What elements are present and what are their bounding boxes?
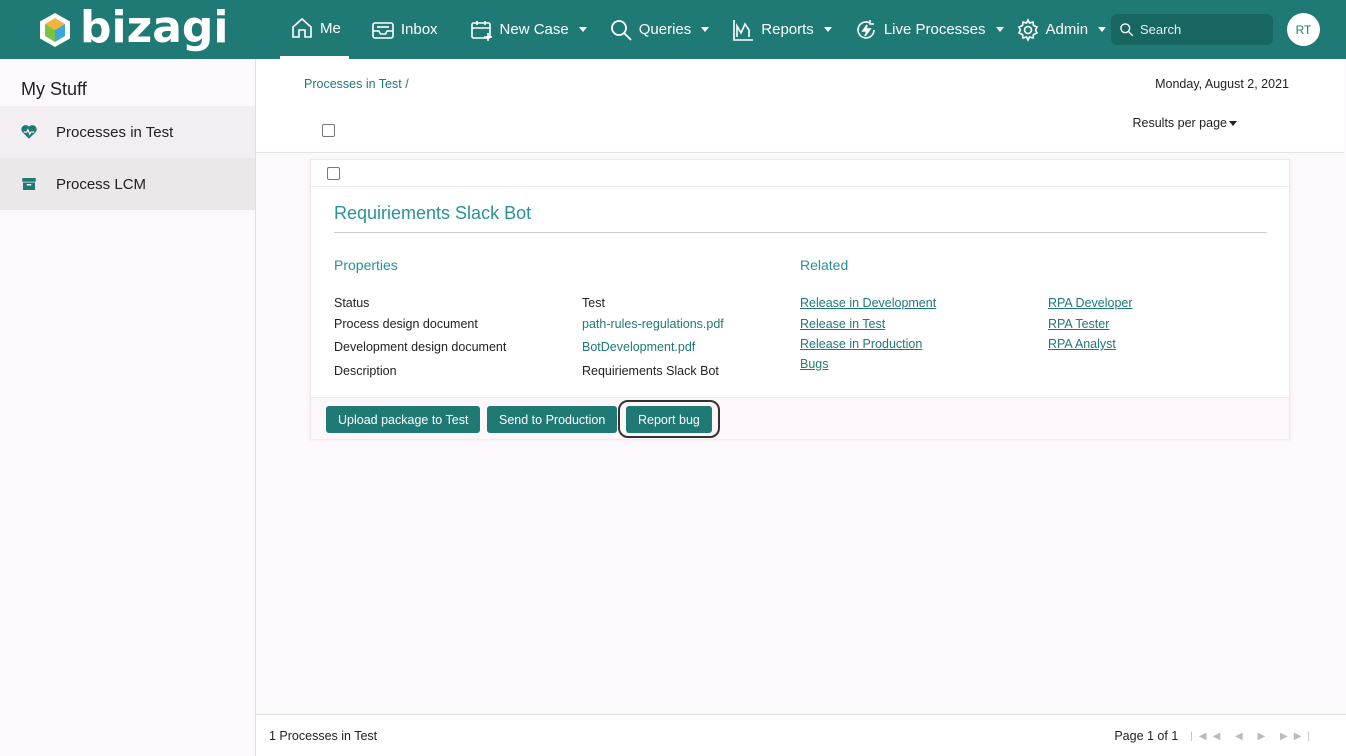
inbox-icon	[372, 21, 394, 39]
search-box[interactable]	[1111, 14, 1273, 45]
chevron-down-icon	[995, 27, 1004, 32]
divider	[334, 232, 1267, 233]
logo-text: bizagi	[80, 2, 229, 53]
home-icon	[292, 17, 312, 38]
property-label-process-design: Process design document	[334, 317, 478, 331]
heart-pulse-icon	[21, 125, 37, 139]
related-link-rpa-tester[interactable]: RPA Tester	[1048, 317, 1109, 331]
nav-inbox[interactable]: Inbox	[361, 0, 448, 59]
development-design-file-link[interactable]: BotDevelopment.pdf	[582, 340, 695, 354]
nav-me[interactable]: Me	[280, 0, 349, 59]
search-icon	[610, 19, 632, 41]
sidebar-item-processes-in-test[interactable]: Processes in Test	[0, 106, 255, 158]
page-indicator: Page 1 of 1	[1114, 729, 1179, 743]
pagination: Page 1 of 1 |◀◀ ◀ ▶ ▶▶|	[1114, 729, 1316, 743]
results-per-page-label: Results per page	[1132, 116, 1227, 130]
sidebar-item-label: Processes in Test	[56, 123, 174, 141]
top-navigation-bar: bizagi Me Inbox New Case Queries Reports	[0, 0, 1346, 59]
new-case-icon	[470, 20, 492, 41]
bizagi-logo-icon	[40, 13, 70, 47]
chevron-down-icon	[701, 27, 710, 32]
nav-me-label: Me	[320, 19, 341, 37]
case-card: Requiriements Slack Bot Properties Relat…	[310, 159, 1290, 439]
results-per-page-dropdown[interactable]: Results per page	[1132, 116, 1237, 130]
nav-live-processes-label: Live Processes	[883, 21, 986, 38]
property-label-status: Status	[334, 296, 370, 310]
nav-admin-label: Admin	[1045, 21, 1089, 38]
archive-icon	[22, 178, 36, 190]
related-link-release-in-development[interactable]: Release in Development	[800, 296, 936, 310]
property-label-development-design: Development design document	[334, 340, 507, 354]
nav-new-case[interactable]: New Case	[460, 0, 597, 59]
send-to-production-button[interactable]: Send to Production	[487, 406, 618, 433]
main-nav: Me Inbox New Case Queries Reports Live P…	[280, 0, 1116, 59]
content-footer: 1 Processes in Test Page 1 of 1 |◀◀ ◀ ▶ …	[256, 714, 1346, 756]
breadcrumb[interactable]: Processes in Test /	[304, 77, 409, 91]
property-value-description: Requiriements Slack Bot	[582, 364, 719, 378]
gear-icon	[1017, 17, 1038, 42]
case-title: Requiriements Slack Bot	[334, 203, 532, 223]
related-title: Related	[800, 257, 849, 273]
chevron-down-icon	[1229, 120, 1237, 126]
search-input[interactable]	[1140, 22, 1260, 37]
content-header: Processes in Test / Monday, August 2, 20…	[256, 59, 1344, 153]
nav-reports[interactable]: Reports	[721, 0, 842, 59]
user-avatar[interactable]: RT	[1287, 13, 1320, 46]
related-link-rpa-developer[interactable]: RPA Developer	[1048, 296, 1133, 310]
reports-icon	[733, 19, 754, 41]
card-actions: Upload package to Test Send to Productio…	[311, 397, 1289, 439]
chevron-down-icon	[823, 27, 832, 32]
sidebar-title: My Stuff	[21, 79, 87, 99]
next-page-icon[interactable]: ▶	[1258, 731, 1272, 742]
nav-inbox-label: Inbox	[400, 21, 438, 38]
sidebar: My Stuff Processes in Test Process LCM	[0, 59, 256, 756]
search-icon	[1120, 23, 1134, 37]
prev-page-icon[interactable]: ◀	[1235, 731, 1249, 742]
nav-new-case-label: New Case	[499, 21, 569, 38]
pagination-arrows[interactable]: |◀◀ ◀ ▶ ▶▶|	[1190, 731, 1316, 742]
property-label-description: Description	[334, 364, 397, 378]
report-bug-button[interactable]: Report bug	[626, 406, 712, 433]
results-count: 1 Processes in Test	[269, 729, 378, 743]
nav-queries-label: Queries	[638, 21, 692, 38]
related-link-rpa-analyst[interactable]: RPA Analyst	[1048, 337, 1116, 351]
case-checkbox[interactable]	[327, 167, 340, 180]
nav-reports-label: Reports	[761, 21, 814, 38]
sidebar-item-label: Process LCM	[56, 175, 147, 193]
current-date: Monday, August 2, 2021	[1155, 77, 1289, 91]
related-link-release-in-production[interactable]: Release in Production	[800, 337, 922, 351]
nav-queries[interactable]: Queries	[599, 0, 720, 59]
nav-admin[interactable]: Admin	[1006, 0, 1117, 59]
nav-live-processes[interactable]: Live Processes	[844, 0, 1014, 59]
first-page-icon[interactable]: |◀◀	[1190, 731, 1226, 742]
chevron-down-icon	[1098, 27, 1107, 32]
main-content: Processes in Test / Monday, August 2, 20…	[256, 59, 1346, 756]
related-link-bugs[interactable]: Bugs	[800, 357, 829, 371]
related-link-release-in-test[interactable]: Release in Test	[800, 317, 885, 331]
bizagi-logo[interactable]: bizagi	[38, 6, 228, 54]
last-page-icon[interactable]: ▶▶|	[1280, 731, 1316, 742]
card-header	[311, 160, 1289, 187]
upload-package-button[interactable]: Upload package to Test	[326, 406, 481, 433]
select-all-checkbox[interactable]	[322, 124, 335, 137]
properties-title: Properties	[334, 257, 398, 273]
property-value-status: Test	[582, 296, 605, 310]
sidebar-item-process-lcm[interactable]: Process LCM	[0, 158, 255, 210]
chevron-down-icon	[578, 27, 587, 32]
live-processes-icon	[857, 19, 875, 39]
process-design-file-link[interactable]: path-rules-regulations.pdf	[582, 317, 724, 331]
